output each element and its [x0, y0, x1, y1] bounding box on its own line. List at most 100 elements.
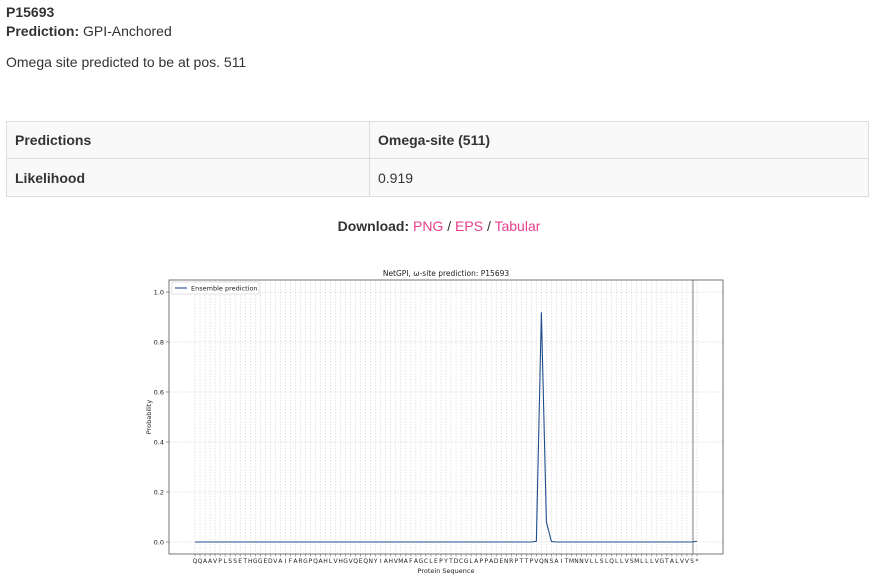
x-tick-label: D [494, 558, 499, 565]
x-tick-label: S [690, 558, 694, 565]
x-tick-label: N [574, 558, 579, 565]
legend-label: Ensemble prediction [191, 285, 258, 293]
x-tick-label: Q [353, 558, 358, 565]
x-tick-label: L [620, 558, 624, 565]
y-tick-label: 0.0 [154, 538, 164, 546]
x-tick-label: C [424, 558, 428, 565]
x-tick-label: G [258, 558, 263, 565]
y-tick-label: 0.6 [154, 388, 164, 396]
x-tick-label: E [359, 558, 363, 565]
results-table: Predictions Omega-site (511) Likelihood … [6, 121, 869, 197]
y-tick-label: 0.8 [154, 338, 164, 346]
x-tick-label: E [263, 558, 267, 565]
download-separator: / [447, 218, 452, 234]
x-tick-label: S [233, 558, 237, 565]
x-tick-label: I [380, 558, 382, 565]
sequence-id: P15693 [6, 4, 55, 20]
x-tick-label: P [514, 558, 518, 565]
x-tick-label: P [484, 558, 488, 565]
x-tick-label: G [343, 558, 348, 565]
x-tick-label: Q [313, 558, 318, 565]
x-tick-label: C [459, 558, 463, 565]
chart-grid [169, 280, 723, 554]
download-separator: / [486, 218, 491, 234]
table-cell-value: 0.919 [369, 158, 869, 197]
x-tick-label: T [523, 558, 528, 565]
x-tick-label: L [675, 558, 679, 565]
x-tick-label: N [544, 558, 549, 565]
x-tick-label: P [218, 558, 222, 565]
x-tick-label: A [554, 558, 559, 565]
x-tick-label: A [474, 558, 479, 565]
x-tick-label: A [278, 558, 283, 565]
x-tick-label: H [323, 558, 328, 565]
x-tick-label: S [228, 558, 232, 565]
x-tick-label: T [448, 558, 453, 565]
table-cell-label: Likelihood [6, 158, 370, 197]
x-tick-label: L [223, 558, 227, 565]
y-axis-label: Probability [145, 400, 153, 435]
x-tick-label: L [640, 558, 644, 565]
y-tick-label: 0.4 [154, 438, 164, 446]
download-eps-link[interactable]: EPS [455, 218, 483, 234]
download-label: Download: [337, 218, 410, 234]
table-row: Predictions Omega-site (511) [6, 121, 869, 159]
x-tick-label: T [664, 558, 669, 565]
x-tick-label: N [579, 558, 584, 565]
x-tick-label: E [238, 558, 242, 565]
x-tick-label: G [660, 558, 665, 565]
x-axis-label: Protein Sequence [418, 567, 475, 575]
x-tick-label: * [696, 558, 699, 565]
omega-site-prediction-chart: NetGPI, ω-site prediction: P15693 0.0 0.2… [145, 269, 724, 575]
x-tick-label: M [398, 558, 403, 565]
x-tick-label: H [389, 558, 394, 565]
x-tick-label: V [213, 558, 218, 565]
x-tick-label: N [368, 558, 373, 565]
x-tick-label: S [600, 558, 604, 565]
x-tick-label: A [404, 558, 409, 565]
x-tick-label: G [419, 558, 424, 565]
x-tick-label: S [550, 558, 554, 565]
x-tick-label: L [590, 558, 594, 565]
x-tick-label: L [645, 558, 649, 565]
x-tick-label: P [530, 558, 534, 565]
x-tick-label: F [409, 558, 413, 565]
chart-legend: Ensemble prediction [171, 281, 260, 295]
x-tick-label: Y [443, 558, 448, 565]
x-tick-label: L [429, 558, 433, 565]
x-tick-label: L [329, 558, 333, 565]
download-tabular-link[interactable]: Tabular [494, 218, 540, 234]
x-tick-label: L [615, 558, 619, 565]
plot-frame [168, 279, 724, 555]
x-tick-label: G [303, 558, 308, 565]
x-tick-label: P [439, 558, 443, 565]
x-tick-label: A [670, 558, 675, 565]
x-tick-label: R [298, 558, 302, 565]
x-tick-label: H [248, 558, 253, 565]
x-tick-label: I [561, 558, 563, 565]
prediction-label: Prediction: [6, 23, 80, 39]
omega-site-text: Omega site predicted to be at pos. 511 [6, 54, 247, 70]
x-tick-label: T [518, 558, 523, 565]
table-row: Likelihood 0.919 [6, 158, 869, 197]
table-cell-label: Predictions [6, 121, 370, 159]
x-tick-label: H [338, 558, 343, 565]
x-tick-label: P [479, 558, 483, 565]
table-cell-value: Omega-site (511) [369, 121, 869, 159]
download-png-link[interactable]: PNG [413, 218, 443, 234]
x-tick-label: E [499, 558, 503, 565]
y-tick-label: 0.2 [154, 488, 164, 496]
chart-title: NetGPI, ω-site prediction: P15693 [383, 269, 510, 278]
x-tick-label: Y [373, 558, 378, 565]
x-tick-label: Q [609, 558, 614, 565]
chart-series-layer [195, 280, 698, 554]
x-tick-label: M [634, 558, 639, 565]
x-tick-label: E [434, 558, 438, 565]
y-tick-label: 1.0 [154, 288, 164, 296]
prediction-value: GPI-Anchored [83, 23, 172, 39]
y-axis-ticks: 0.0 0.2 0.4 0.6 0.8 1.0 [154, 288, 169, 546]
x-tick-label: V [585, 558, 590, 565]
x-tick-label: L [595, 558, 599, 565]
x-tick-label: P [309, 558, 313, 565]
x-tick-label: D [268, 558, 273, 565]
